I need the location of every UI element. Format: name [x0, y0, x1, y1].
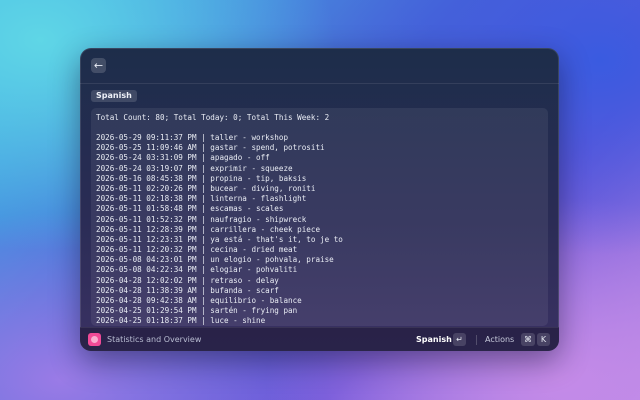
entry-row: 2026-05-11 12:20:32 PM | cecina - dried … [96, 245, 298, 255]
back-button[interactable]: ← [91, 58, 106, 73]
entry-row: 2026-05-16 08:45:38 PM | propina - tip, … [96, 173, 307, 183]
entry-row: 2026-04-25 01:18:37 PM | luce - shine [96, 316, 266, 326]
arrow-left-icon: ← [93, 59, 104, 72]
entry-list: 2026-05-29 09:11:37 PM | taller - worksh… [96, 133, 343, 326]
entry-row: 2026-05-08 04:23:01 PM | un elogio - poh… [96, 255, 334, 265]
k-key-icon: K [537, 333, 550, 346]
actions-button[interactable]: Actions [485, 334, 514, 346]
footer-title: Statistics and Overview [107, 335, 202, 344]
entry-row: 2026-05-08 04:22:34 PM | elogiar - pohva… [96, 265, 298, 275]
extension-window: ← Spanish Total Count: 80; Total Today: … [80, 48, 559, 351]
entry-row: 2026-05-11 02:20:26 PM | bucear - diving… [96, 183, 316, 193]
entry-row: 2026-05-11 01:52:32 PM | naufragio - shi… [96, 214, 307, 224]
entry-row: 2026-05-11 12:23:31 PM | ya está - that'… [96, 234, 343, 244]
action-bar: Statistics and Overview Spanish ↵ Action… [80, 327, 559, 351]
entry-row: 2026-05-25 11:09:46 AM | gastar - spend,… [96, 143, 325, 153]
entry-row: 2026-05-11 12:28:39 PM | carrillera - ch… [96, 224, 321, 234]
entry-row: 2026-04-25 01:29:54 PM | sartén - frying… [96, 306, 298, 316]
entry-row: 2026-05-24 03:19:07 PM | exprimir - sque… [96, 163, 293, 173]
primary-action-button[interactable]: Spanish [416, 334, 452, 346]
enter-key-icon: ↵ [453, 333, 466, 346]
entry-row: 2026-04-28 12:02:02 PM | retraso - delay [96, 275, 279, 285]
language-tag: Spanish [91, 90, 137, 102]
command-key-icon: ⌘ [521, 333, 535, 346]
detail-panel[interactable]: Total Count: 80; Total Today: 0; Total T… [91, 108, 548, 326]
app-icon [88, 333, 101, 346]
entry-row: 2026-05-11 02:18:38 PM | linterna - flas… [96, 194, 307, 204]
entry-row: 2026-05-29 09:11:37 PM | taller - worksh… [96, 133, 289, 142]
top-bar: ← [80, 48, 559, 84]
entry-row: 2026-04-28 09:42:38 AM | equilibrio - ba… [96, 296, 302, 305]
summary-line: Total Count: 80; Total Today: 0; Total T… [96, 113, 330, 122]
entry-row: 2026-04-28 11:38:39 AM | bufanda - scarf [96, 285, 279, 295]
entry-row: 2026-05-11 01:58:48 PM | escamas - scale… [96, 204, 284, 214]
entry-row: 2026-05-24 03:31:09 PM | apagado - off [96, 153, 270, 163]
divider [476, 335, 477, 345]
